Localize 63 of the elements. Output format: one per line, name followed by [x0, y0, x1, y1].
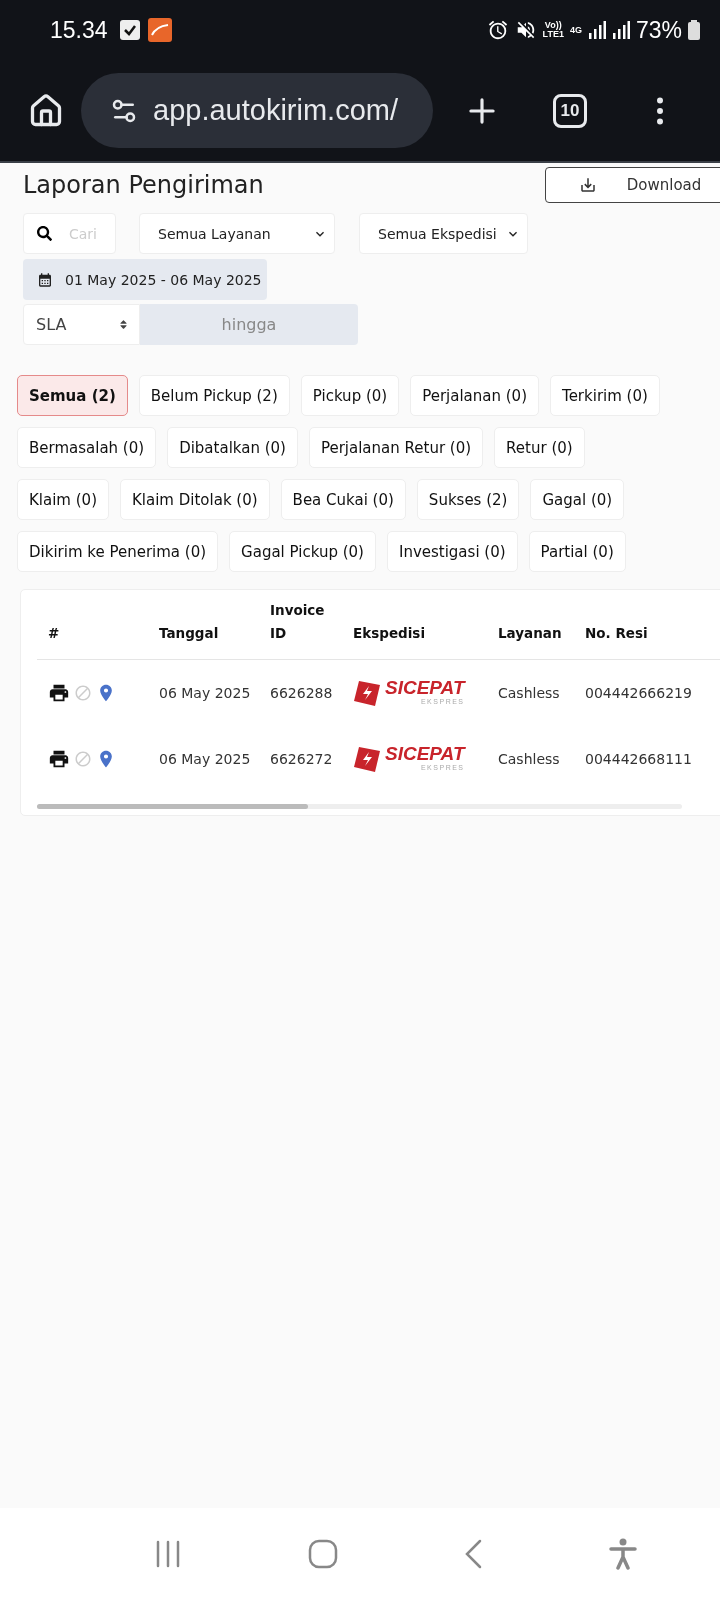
status-tab[interactable]: Retur (0) — [494, 427, 585, 468]
tab-switcher[interactable]: 10 — [553, 93, 587, 128]
accessibility-icon[interactable] — [609, 1538, 638, 1570]
date-range-picker[interactable]: 01 May 2025 - 06 May 2025 — [23, 259, 267, 300]
status-tab[interactable]: Bea Cukai (0) — [280, 479, 406, 520]
address-bar[interactable]: app.autokirim.com/ — [81, 73, 433, 148]
range-field[interactable]: hingga — [140, 304, 358, 345]
clock-time: 15.34 — [50, 16, 108, 44]
home-button-icon[interactable] — [308, 1539, 339, 1569]
courier-select[interactable]: Semua Ekspedisi — [359, 213, 528, 254]
status-tab[interactable]: Belum Pickup (2) — [138, 375, 290, 416]
download-icon — [578, 176, 597, 194]
service-select[interactable]: Semua Layanan — [139, 213, 335, 254]
search-icon — [37, 226, 52, 241]
status-tab[interactable]: Gagal Pickup (0) — [229, 531, 376, 572]
status-tab[interactable]: Klaim (0) — [17, 479, 109, 520]
volte-sublabel: LTE1 — [542, 30, 564, 39]
column-header: Layanan — [497, 624, 563, 643]
print-icon[interactable] — [48, 682, 70, 704]
status-tab[interactable]: Dikirim ke Penerima (0) — [17, 531, 219, 572]
signal-icon — [611, 21, 630, 39]
table-cell-text: 06 May 2025 — [158, 751, 252, 767]
table-cell-text: 004442668111 — [584, 751, 693, 767]
status-tab[interactable]: Terkirim (0) — [550, 375, 660, 416]
table-cell-text: 6626288 — [269, 685, 334, 701]
checklist-app-icon — [119, 20, 140, 40]
home-icon[interactable] — [28, 92, 64, 129]
table-cell-text: 004442666219 — [584, 685, 693, 701]
column-header: No. Resi — [584, 624, 649, 643]
page-title: Laporan Pengiriman — [23, 170, 264, 200]
alarm-icon — [486, 19, 509, 41]
column-header: Invoice ID — [269, 601, 326, 643]
status-tab[interactable]: Klaim Ditolak (0) — [120, 479, 270, 520]
table-cell-text: 6626272 — [269, 751, 334, 767]
battery-icon — [688, 20, 700, 40]
status-tab[interactable]: Perjalanan (0) — [410, 375, 540, 416]
volte-label: Vo)) — [544, 21, 562, 30]
app-icon — [147, 18, 172, 42]
network-type: 4G — [569, 25, 582, 35]
scrollbar-thumb[interactable] — [37, 804, 308, 809]
column-header: Tanggal — [158, 624, 220, 643]
status-tab[interactable]: Pickup (0) — [300, 375, 400, 416]
status-tab[interactable]: Gagal (0) — [530, 479, 625, 520]
status-tab[interactable]: Bermasalah (0) — [17, 427, 157, 468]
signal-icon — [587, 21, 606, 39]
table-cell-text: 06 May 2025 — [158, 685, 252, 701]
column-header: Ekspedisi — [352, 624, 426, 643]
status-tab[interactable]: Dibatalkan (0) — [167, 427, 298, 468]
status-tab[interactable]: Perjalanan Retur (0) — [308, 427, 484, 468]
calendar-icon — [37, 271, 53, 288]
sort-arrows-icon — [118, 319, 129, 330]
table-cell-text: Cashless — [497, 751, 561, 767]
table-cell-text: Cashless — [497, 685, 561, 701]
battery-level: 73% — [635, 16, 682, 44]
sla-select[interactable]: SLA — [23, 304, 140, 345]
status-tab[interactable]: Investigasi (0) — [386, 531, 518, 572]
status-tab[interactable]: Semua (2) — [17, 375, 128, 416]
download-button[interactable]: Download — [545, 167, 720, 203]
print-icon[interactable] — [48, 748, 70, 770]
back-icon[interactable] — [463, 1539, 484, 1569]
status-tab[interactable]: Partial (0) — [528, 531, 626, 572]
status-tab[interactable]: Sukses (2) — [416, 479, 520, 520]
column-header: # — [47, 624, 61, 643]
